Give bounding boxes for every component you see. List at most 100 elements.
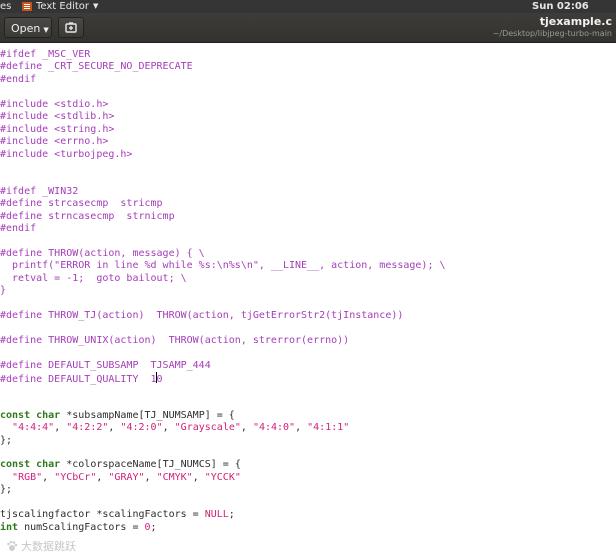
code-line[interactable]: #define THROW_UNIX(action) THROW(action,…	[0, 335, 446, 347]
code-token: "CMYK"	[156, 471, 193, 483]
code-line[interactable]	[0, 86, 446, 98]
code-line[interactable]: const char *subsampName[TJ_NUMSAMP] = {	[0, 410, 446, 422]
activities-button[interactable]: es	[0, 0, 11, 13]
code-line[interactable]	[0, 298, 446, 310]
new-document-button[interactable]	[58, 17, 84, 38]
code-line[interactable]	[0, 497, 446, 509]
code-line[interactable]: #include <string.h>	[0, 124, 446, 136]
open-button-label: Open	[11, 22, 41, 35]
file-name: tjexample.c	[539, 15, 612, 28]
code-token: NULL	[204, 509, 229, 521]
code-line[interactable]: };	[0, 435, 446, 447]
header-bar: Open ▼ tjexample.c ~/Desktop/libjpeg-turb…	[0, 13, 616, 43]
code-token: #include <string.h>	[0, 123, 115, 135]
app-menu-label: Text Editor	[36, 1, 89, 12]
code-line[interactable]: "RGB", "YCbCr", "GRAY", "CMYK", "YCCK"	[0, 472, 446, 484]
code-line[interactable]	[0, 161, 446, 173]
top-panel: es Text Editor ▼ Sun 02:06	[0, 0, 616, 13]
code-token: #define THROW(action, message) { \	[0, 248, 205, 259]
code-line[interactable]: #define strcasecmp stricmp	[0, 198, 446, 210]
code-line[interactable]: }	[0, 285, 446, 297]
code-token: #endif	[0, 223, 37, 235]
code-token: #define THROW_UNIX(action) THROW(action,…	[0, 335, 350, 347]
code-line[interactable]	[0, 447, 446, 459]
chevron-down-icon: ▼	[43, 26, 49, 34]
code-line[interactable]: #define _CRT_SECURE_NO_DEPRECATE	[0, 61, 446, 73]
code-line[interactable]: tjscalingfactor *scalingFactors = NULL;	[0, 509, 446, 521]
code-token: }	[0, 285, 7, 297]
code-token: tjscalingfactor *scalingFactors =	[0, 509, 205, 521]
code-token: ,	[54, 422, 67, 434]
code-line[interactable]: #endif	[0, 74, 446, 86]
code-line[interactable]: #define DEFAULT_QUALITY 10	[0, 372, 446, 386]
code-token: #ifdef _MSC_VER	[0, 49, 91, 60]
code-line[interactable]: const char *colorspaceName[TJ_NUMCS] = {	[0, 459, 446, 471]
code-token: "4:4:0"	[252, 422, 296, 434]
code-line[interactable]	[0, 385, 446, 397]
code-token: "4:2:2"	[66, 422, 109, 434]
code-line[interactable]: #define THROW(action, message) { \	[0, 248, 446, 260]
code-token: #include <turbojpeg.h>	[0, 148, 133, 160]
code-line[interactable]: #define DEFAULT_SUBSAMP TJSAMP_444	[0, 360, 446, 372]
code-line[interactable]: #include <turbojpeg.h>	[0, 149, 446, 161]
code-line[interactable]: #define strncasecmp strnicmp	[0, 211, 446, 223]
code-token: retval = -1; goto bailout; \	[0, 272, 187, 284]
code-token: 0	[156, 374, 163, 386]
code-line[interactable]: #define THROW_TJ(action) THROW(action, t…	[0, 310, 446, 322]
file-path: ~/Desktop/libjpeg-turbo-main	[492, 29, 612, 38]
chevron-down-icon: ▼	[93, 2, 99, 10]
code-line[interactable]: printf("ERROR in line %d while %s:\n%s\n…	[0, 260, 446, 272]
code-token: "4:2:0"	[120, 422, 163, 434]
code-token: *subsampName[TJ_NUMSAMP] = {	[60, 409, 235, 421]
text-editor-area[interactable]: #ifdef _MSC_VER #define _CRT_SECURE_NO_DE…	[0, 43, 616, 557]
code-line[interactable]	[0, 323, 446, 335]
code-token: int	[0, 521, 19, 533]
code-line[interactable]	[0, 348, 446, 360]
code-token: ,	[96, 471, 109, 483]
code-token: "YCbCr"	[54, 471, 97, 483]
code-token: #ifdef _WIN32	[0, 185, 79, 197]
code-line[interactable]: #include <errno.h>	[0, 136, 446, 148]
code-view[interactable]: #ifdef _MSC_VER #define _CRT_SECURE_NO_DE…	[0, 49, 446, 534]
clock[interactable]: Sun 02:06	[532, 0, 589, 13]
watermark-text: 大数据跳跃	[21, 540, 76, 553]
code-token: const char	[0, 409, 61, 421]
code-token: #define DEFAULT_QUALITY 1	[0, 374, 157, 386]
code-token: #define _CRT_SECURE_NO_DEPRECATE	[0, 61, 193, 73]
code-line[interactable]: };	[0, 484, 446, 496]
code-line[interactable]	[0, 236, 446, 248]
code-line[interactable]: retval = -1; goto bailout; \	[0, 273, 446, 285]
code-token: printf("ERROR in line %d while %s:\n%s\n…	[0, 260, 446, 272]
window-title: tjexample.c ~/Desktop/libjpeg-turbo-main	[412, 15, 612, 39]
code-token: };	[0, 484, 13, 496]
code-line[interactable]: #ifdef _MSC_VER	[0, 49, 446, 61]
code-line[interactable]: #include <stdlib.h>	[0, 111, 446, 123]
code-line[interactable]: int numScalingFactors = 0;	[0, 522, 446, 534]
text-editor-icon	[22, 2, 32, 11]
code-line[interactable]: #include <stdio.h>	[0, 99, 446, 111]
code-line[interactable]	[0, 397, 446, 409]
code-token: ,	[42, 471, 55, 483]
code-token: ;	[228, 509, 235, 521]
code-token: *colorspaceName[TJ_NUMCS] = {	[60, 459, 241, 471]
code-token: #define strcasecmp stricmp	[0, 198, 163, 210]
code-token: ,	[108, 422, 121, 434]
code-token: "RGB"	[12, 471, 43, 483]
app-menu[interactable]: Text Editor ▼	[22, 0, 98, 13]
code-line[interactable]: "4:4:4", "4:2:2", "4:2:0", "Grayscale", …	[0, 422, 446, 434]
code-token: numScalingFactors =	[18, 521, 145, 533]
code-token: ,	[295, 422, 308, 434]
code-line[interactable]: #ifdef _WIN32	[0, 186, 446, 198]
code-token: "GRAY"	[108, 471, 145, 483]
paw-logo-icon	[7, 540, 18, 551]
code-token: #endif	[0, 73, 37, 85]
code-token: ,	[162, 422, 175, 434]
code-token: "YCCK"	[204, 471, 241, 483]
code-token: ,	[144, 471, 157, 483]
code-token: ,	[192, 471, 205, 483]
code-line[interactable]: #endif	[0, 223, 446, 235]
open-button[interactable]: Open ▼	[4, 17, 52, 38]
code-line[interactable]	[0, 173, 446, 185]
